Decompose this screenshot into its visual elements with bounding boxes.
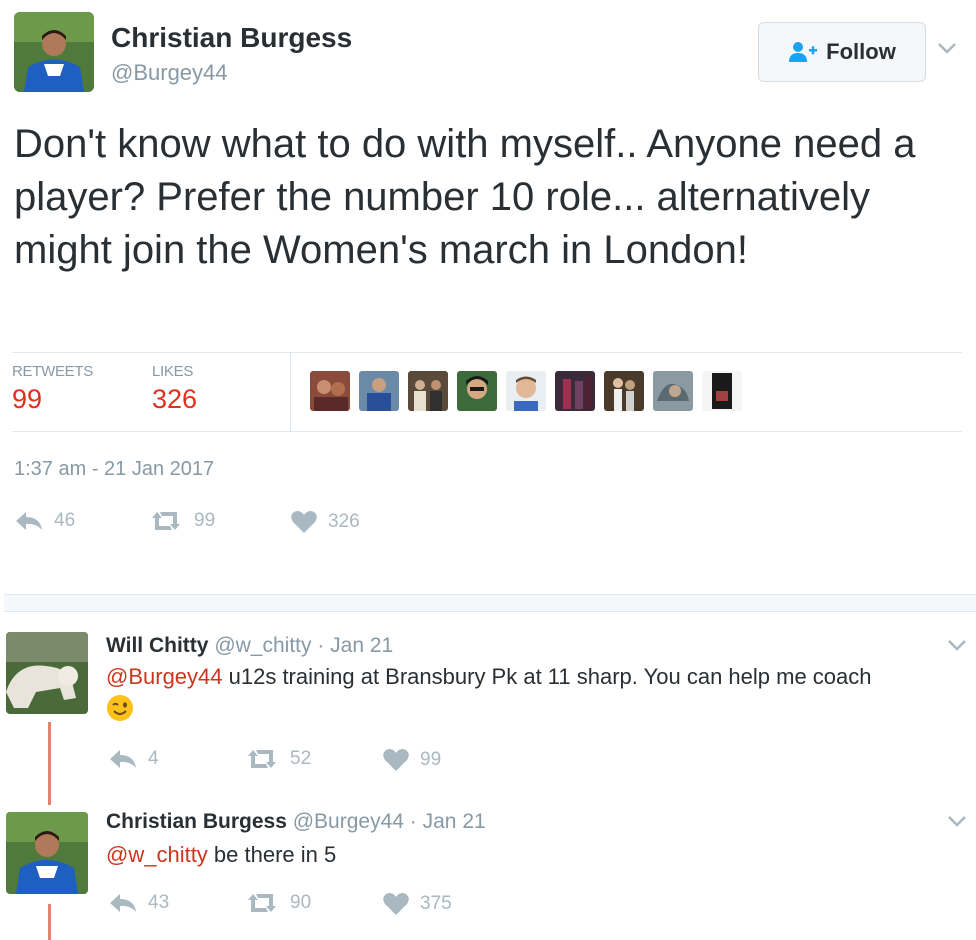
reply-count: 4 bbox=[148, 748, 159, 769]
reply-header: Christian Burgess @Burgey44 · Jan 21 bbox=[106, 810, 486, 834]
likes-count: 326 bbox=[152, 384, 198, 414]
reply-author-name[interactable]: Christian Burgess bbox=[106, 810, 287, 833]
reply-count: 46 bbox=[54, 510, 76, 531]
reply-count: 43 bbox=[148, 892, 170, 913]
follow-button[interactable]: Follow bbox=[758, 22, 926, 82]
reply-icon bbox=[110, 894, 136, 912]
retweets-label: RETWEETS bbox=[12, 363, 93, 380]
heart-icon bbox=[383, 893, 409, 915]
liker-avatar[interactable] bbox=[653, 371, 693, 411]
retweet-count: 90 bbox=[290, 892, 312, 913]
reply-date[interactable]: Jan 21 bbox=[423, 810, 486, 833]
liker-avatar[interactable] bbox=[359, 371, 399, 411]
retweet-count: 52 bbox=[290, 748, 312, 769]
reply-icon bbox=[16, 512, 42, 530]
reply-tweet[interactable]: Christian Burgess @Burgey44 · Jan 21 @w_… bbox=[0, 800, 976, 940]
reply-button[interactable]: 4 bbox=[108, 748, 159, 770]
like-button[interactable]: 99 bbox=[382, 748, 441, 772]
chevron-down-icon[interactable] bbox=[946, 814, 968, 828]
header-separator: · bbox=[311, 634, 331, 657]
header-separator: · bbox=[403, 810, 423, 833]
reply-author-name[interactable]: Will Chitty bbox=[106, 634, 208, 657]
chevron-down-icon[interactable] bbox=[946, 638, 968, 652]
reply-author-avatar[interactable] bbox=[6, 632, 88, 714]
thread-connector bbox=[48, 904, 51, 940]
follow-button-label: Follow bbox=[826, 39, 896, 64]
retweet-button[interactable]: 52 bbox=[244, 748, 311, 770]
mention-link[interactable]: @Burgey44 bbox=[106, 664, 223, 689]
tweet-text: Don't know what to do with myself.. Anyo… bbox=[14, 122, 916, 272]
heart-icon bbox=[383, 749, 409, 771]
liker-avatars bbox=[310, 371, 742, 411]
reply-button[interactable]: 43 bbox=[108, 892, 169, 914]
retweet-button[interactable]: 90 bbox=[244, 892, 311, 914]
liker-avatar[interactable] bbox=[506, 371, 546, 411]
reply-author-avatar[interactable] bbox=[6, 812, 88, 894]
like-button[interactable]: 375 bbox=[382, 892, 452, 916]
retweet-count: 99 bbox=[194, 510, 216, 531]
chevron-down-icon[interactable] bbox=[936, 40, 958, 56]
mention-link[interactable]: @w_chitty bbox=[106, 842, 208, 867]
like-button[interactable]: 326 bbox=[290, 510, 360, 534]
reply-button[interactable]: 46 bbox=[14, 510, 75, 532]
liker-avatar[interactable] bbox=[457, 371, 497, 411]
retweet-icon bbox=[152, 512, 180, 530]
retweets-count: 99 bbox=[12, 384, 43, 414]
thread-connector bbox=[48, 722, 51, 805]
reply-text: @w_chitty be there in 5 bbox=[106, 840, 956, 870]
reply-body: u12s training at Bransbury Pk at 11 shar… bbox=[222, 664, 872, 689]
winking-face-icon bbox=[106, 694, 134, 722]
tweet-timestamp[interactable]: 1:37 am - 21 Jan 2017 bbox=[14, 458, 214, 481]
liker-avatar[interactable] bbox=[555, 371, 595, 411]
like-count: 326 bbox=[328, 511, 360, 532]
heart-icon bbox=[291, 511, 317, 533]
main-tweet: Christian Burgess @Burgey44 Follow Don't… bbox=[0, 0, 976, 600]
tweet-stats: RETWEETS 99 LIKES 326 bbox=[12, 352, 962, 432]
author-handle[interactable]: @Burgey44 bbox=[111, 60, 228, 86]
reply-header: Will Chitty @w_chitty · Jan 21 bbox=[106, 634, 393, 658]
reply-tweet[interactable]: Will Chitty @w_chitty · Jan 21 @Burgey44… bbox=[0, 620, 976, 805]
retweet-icon bbox=[248, 750, 276, 768]
like-count: 375 bbox=[420, 893, 452, 914]
reply-author-handle[interactable]: @Burgey44 bbox=[293, 810, 404, 833]
stats-divider bbox=[290, 353, 291, 431]
liker-avatar[interactable] bbox=[408, 371, 448, 411]
reply-icon bbox=[110, 750, 136, 768]
reply-body: be there in 5 bbox=[207, 842, 337, 867]
retweets-stat[interactable]: RETWEETS 99 bbox=[12, 363, 93, 415]
likes-stat[interactable]: LIKES 326 bbox=[152, 363, 197, 415]
liker-avatar[interactable] bbox=[310, 371, 350, 411]
reply-author-handle[interactable]: @w_chitty bbox=[214, 634, 311, 657]
add-user-icon bbox=[788, 41, 818, 63]
liker-avatar[interactable] bbox=[702, 371, 742, 411]
reply-date[interactable]: Jan 21 bbox=[330, 634, 393, 657]
author-name[interactable]: Christian Burgess bbox=[111, 22, 352, 54]
retweet-icon bbox=[248, 894, 276, 912]
reply-text: @Burgey44 u12s training at Bransbury Pk … bbox=[106, 662, 956, 722]
replies-divider bbox=[4, 594, 976, 612]
liker-avatar[interactable] bbox=[604, 371, 644, 411]
retweet-button[interactable]: 99 bbox=[148, 510, 215, 532]
likes-label: LIKES bbox=[152, 363, 194, 380]
like-count: 99 bbox=[420, 749, 442, 770]
author-avatar[interactable] bbox=[14, 12, 94, 92]
